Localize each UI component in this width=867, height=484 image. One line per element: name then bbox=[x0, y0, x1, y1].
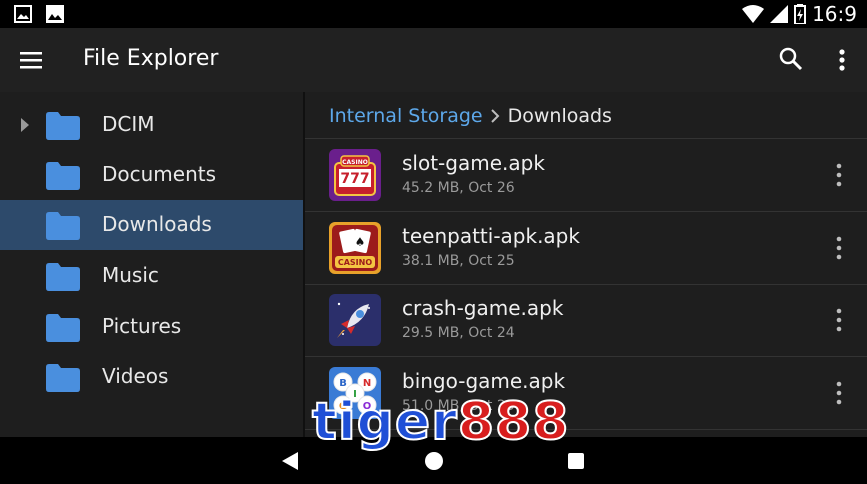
app-toolbar: File Explorer bbox=[0, 28, 867, 92]
sidebar-item-label: Pictures bbox=[102, 314, 182, 338]
thumb-label: CASINO bbox=[342, 159, 368, 166]
back-icon[interactable] bbox=[281, 451, 299, 471]
status-time: 16:9 bbox=[812, 2, 857, 26]
file-options-icon[interactable] bbox=[831, 162, 847, 188]
folder-icon bbox=[46, 364, 80, 392]
file-options-icon[interactable] bbox=[831, 380, 847, 406]
sidebar-item-label: Videos bbox=[102, 364, 169, 388]
app-title: File Explorer bbox=[83, 46, 219, 71]
sidebar-item-label: DCIM bbox=[102, 112, 155, 136]
breadcrumb-current: Downloads bbox=[507, 105, 612, 127]
folder-icon bbox=[46, 263, 80, 291]
breadcrumb: Internal Storage Downloads bbox=[329, 105, 612, 127]
file-name: bingo-game.apk bbox=[402, 369, 566, 393]
divider bbox=[305, 211, 867, 212]
chevron-right-icon bbox=[490, 109, 500, 123]
file-row-crash-game[interactable]: crash-game.apk 29.5 MB, Oct 24 bbox=[305, 285, 867, 357]
svg-text:♠: ♠ bbox=[355, 235, 366, 249]
watermark-logo: tiger888 bbox=[311, 395, 569, 449]
divider bbox=[305, 138, 867, 139]
status-bar: 16:9 bbox=[0, 0, 867, 28]
search-icon bbox=[779, 47, 803, 71]
search-button[interactable] bbox=[778, 46, 808, 76]
wifi-icon bbox=[742, 5, 765, 23]
watermark-part: 888 bbox=[457, 392, 570, 452]
folder-sidebar: DCIM Documents Downloads Music Pictures … bbox=[0, 92, 303, 437]
folder-icon bbox=[46, 314, 80, 342]
file-meta: 38.1 MB, Oct 25 bbox=[402, 253, 515, 269]
file-row-slot-game[interactable]: CASINO 777 slot-game.apk 45.2 MB, Oct 26 bbox=[305, 140, 867, 212]
file-row-teenpatti[interactable]: ♠ CASINO teenpatti-apk.apk 38.1 MB, Oct … bbox=[305, 213, 867, 285]
hamburger-menu-icon bbox=[20, 52, 42, 69]
divider bbox=[305, 356, 867, 357]
folder-icon bbox=[46, 112, 80, 140]
casino-cards-app-icon: ♠ CASINO bbox=[329, 222, 381, 274]
thumb-text: 777 bbox=[340, 171, 369, 187]
slot-machine-app-icon: CASINO 777 bbox=[329, 149, 381, 201]
sidebar-item-downloads[interactable]: Downloads bbox=[0, 200, 303, 250]
overflow-menu-button[interactable] bbox=[830, 46, 854, 76]
sidebar-item-pictures[interactable]: Pictures bbox=[0, 302, 303, 352]
thumb-label: CASINO bbox=[338, 258, 372, 267]
expand-arrow-icon[interactable] bbox=[20, 117, 30, 133]
sidebar-item-videos[interactable]: Videos bbox=[0, 352, 303, 402]
file-name: crash-game.apk bbox=[402, 296, 564, 320]
file-options-icon[interactable] bbox=[831, 235, 847, 261]
sidebar-item-label: Downloads bbox=[102, 212, 212, 236]
watermark-part: tiger bbox=[311, 392, 458, 452]
sidebar-item-label: Music bbox=[102, 263, 159, 287]
file-meta: 29.5 MB, Oct 24 bbox=[402, 325, 515, 341]
file-meta: 45.2 MB, Oct 26 bbox=[402, 180, 515, 196]
photo-icon bbox=[46, 5, 64, 23]
more-vert-icon bbox=[839, 49, 845, 71]
sidebar-item-documents[interactable]: Documents bbox=[0, 150, 303, 200]
file-options-icon[interactable] bbox=[831, 307, 847, 333]
sidebar-item-music[interactable]: Music bbox=[0, 251, 303, 301]
folder-icon bbox=[46, 212, 80, 240]
svg-text:B: B bbox=[339, 378, 347, 389]
sidebar-item-label: Documents bbox=[102, 162, 217, 186]
file-list-pane: Internal Storage Downloads CASINO 777 sl… bbox=[305, 92, 867, 437]
file-name: teenpatti-apk.apk bbox=[402, 224, 580, 248]
signal-icon bbox=[770, 5, 789, 23]
breadcrumb-root-link[interactable]: Internal Storage bbox=[329, 105, 483, 127]
svg-text:N: N bbox=[363, 378, 371, 389]
battery-icon bbox=[794, 4, 807, 24]
recents-icon[interactable] bbox=[567, 452, 585, 470]
file-name: slot-game.apk bbox=[402, 151, 545, 175]
rocket-app-icon bbox=[329, 294, 381, 346]
home-icon[interactable] bbox=[424, 451, 444, 471]
menu-button[interactable] bbox=[14, 46, 50, 74]
folder-icon bbox=[46, 162, 80, 190]
sidebar-item-dcim[interactable]: DCIM bbox=[0, 100, 303, 150]
image-icon bbox=[14, 5, 32, 23]
